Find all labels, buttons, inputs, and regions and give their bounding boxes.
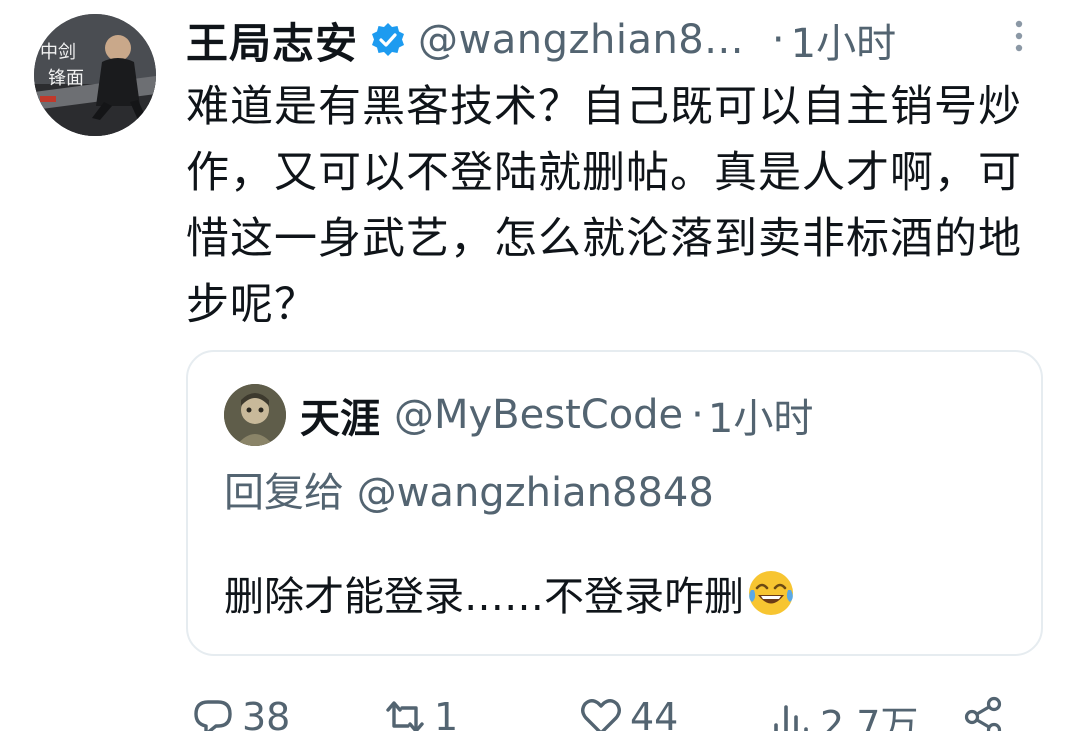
quoted-tweet-card[interactable]: 天涯 @MyBestCode · 1小时 回复给 @wangzhian8848 … [186, 350, 1043, 656]
retweet-count: 1 [434, 695, 459, 731]
author-avatar[interactable]: 中剑 锋面 [34, 14, 156, 136]
quoted-author-avatar[interactable] [224, 384, 286, 446]
views-button[interactable]: 2.7万 [768, 694, 918, 731]
verified-badge-icon [370, 22, 406, 58]
quoted-tweet-text: 删除才能登录……不登录咋删 [224, 564, 796, 622]
views-icon [774, 704, 808, 731]
more-vertical-icon[interactable] [1007, 16, 1031, 56]
author-handle[interactable]: @wangzhian8... [418, 17, 744, 63]
header-separator: · [771, 17, 785, 63]
tweet-timestamp[interactable]: 1小时 [791, 11, 896, 69]
quoted-header-separator: · [691, 392, 704, 438]
tears-of-joy-emoji-icon [746, 568, 796, 618]
heart-icon [581, 699, 621, 731]
tweet-body-text: 难道是有黑客技术？自己既可以自主销号炒作，又可以不登陆就删帖。真是人才啊，可惜这… [186, 82, 1022, 330]
retweet-icon [386, 701, 424, 731]
quoted-author-handle[interactable]: @MyBestCode [394, 392, 683, 438]
reply-to-label[interactable]: 回复给 @wangzhian8848 [224, 460, 714, 518]
quoted-tweet-timestamp[interactable]: 1小时 [708, 386, 813, 444]
tweet-action-bar: 38 1 44 2.7万 [190, 694, 1040, 731]
share-button[interactable] [960, 694, 1012, 731]
share-icon [964, 696, 1002, 731]
like-button[interactable]: 44 [578, 694, 678, 731]
views-count: 2.7万 [820, 703, 919, 731]
author-display-name[interactable]: 王局志安 [186, 10, 358, 71]
tweet-header: 王局志安 @wangzhian8... · 1小时 [186, 10, 896, 70]
quoted-tweet-header: 天涯 @MyBestCode · 1小时 [300, 382, 813, 448]
reply-icon [194, 700, 232, 731]
tweet-page: 中剑 锋面 王局志安 @wangzhian8... · 1小时 难道是有黑客技术… [0, 0, 1073, 731]
reply-count: 38 [242, 695, 291, 731]
svg-text:锋面: 锋面 [48, 68, 84, 89]
like-count: 44 [630, 695, 679, 731]
retweet-button[interactable]: 1 [382, 694, 458, 731]
reply-button[interactable]: 38 [190, 694, 290, 731]
svg-text:中剑: 中剑 [40, 42, 76, 63]
quoted-tweet-text-content: 删除才能登录……不登录咋删 [224, 574, 744, 620]
quoted-author-display-name[interactable]: 天涯 [300, 386, 380, 444]
